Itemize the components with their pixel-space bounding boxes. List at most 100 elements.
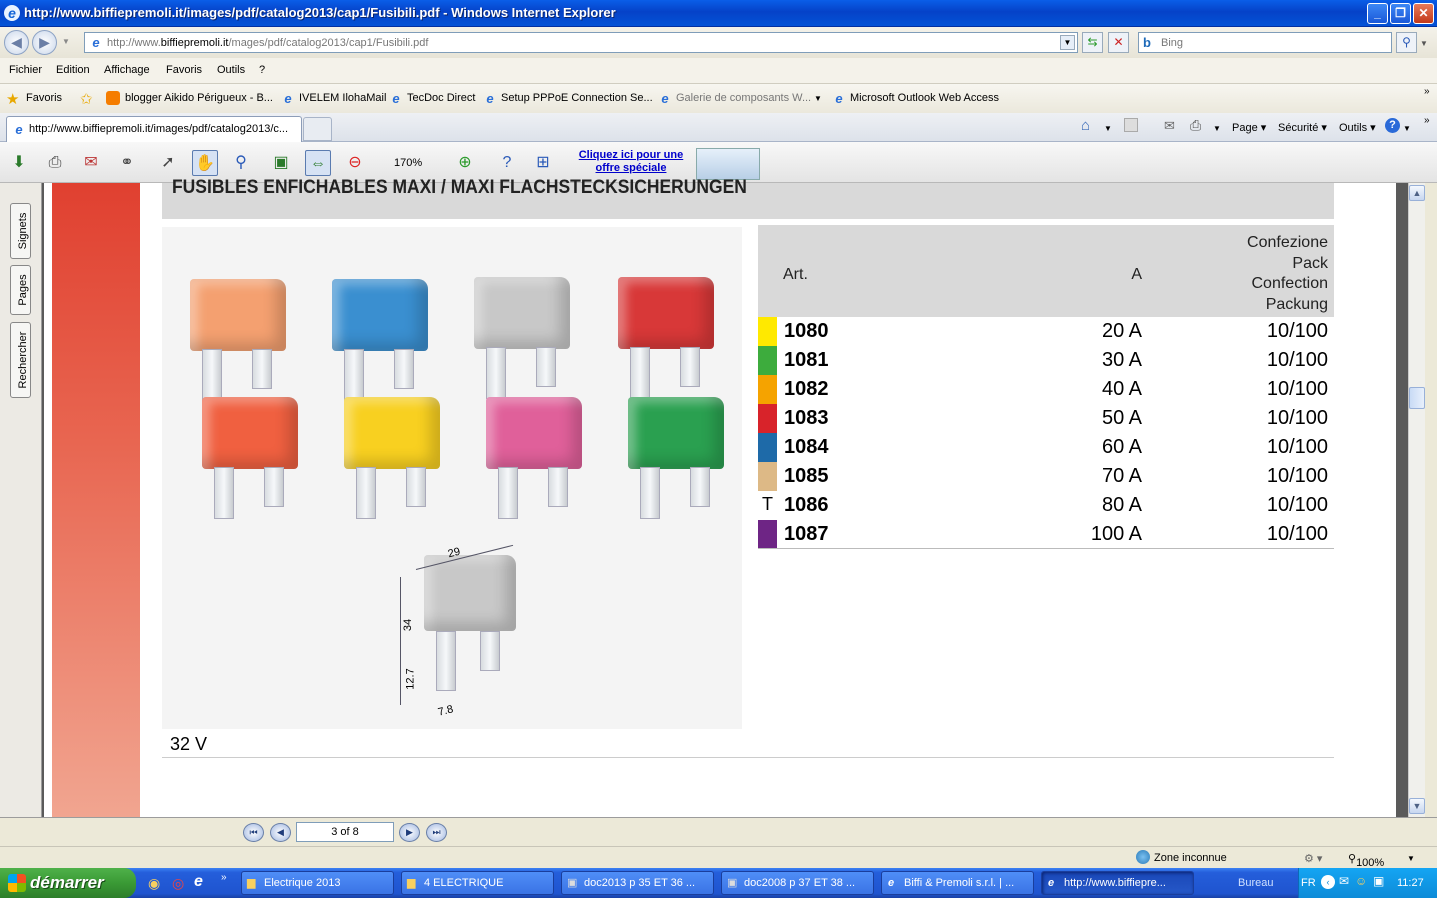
page-number-input[interactable]: 3 of 8 [296,822,394,842]
rss-icon[interactable] [1124,118,1138,132]
quicklaunch-chrome-icon[interactable]: ◎ [172,875,184,892]
tray-expand-icon[interactable]: ‹ [1321,875,1335,889]
home-icon[interactable]: ⌂ [1081,117,1090,134]
search-input[interactable]: b Bing [1138,32,1392,53]
select-arrow-icon[interactable]: ➚ [155,150,181,176]
favorites-button[interactable]: Favoris [26,92,62,104]
fav-galerie-dropdown-icon[interactable]: ▼ [814,94,822,103]
security-zone: Zone inconnue [1154,852,1227,864]
forward-button[interactable]: ▶ [32,30,57,55]
url-dropdown-icon[interactable]: ▼ [1060,35,1075,50]
hand-tool-icon[interactable]: ✋ [192,150,218,176]
minimize-button[interactable]: _ [1367,3,1388,24]
tray-mail-icon[interactable]: ✉ [1339,874,1349,888]
task-electrique-2013[interactable]: ▆ Electrique 2013 [241,871,394,895]
task-doc2008[interactable]: ▣ doc2008 p 37 ET 38 ... [721,871,874,895]
next-page-icon[interactable]: ▶ [399,823,420,842]
menu-fichier[interactable]: Fichier [9,64,42,76]
task-biffi-premoli[interactable]: e Biffi & Premoli s.r.l. | ... [881,871,1034,895]
email-icon[interactable]: ✉ [78,150,104,176]
search-icon[interactable]: ⚲ [1396,32,1417,53]
folder-icon: ▆ [407,877,416,889]
tray-network-icon[interactable]: ▣ [1373,874,1384,888]
prev-page-icon[interactable]: ◀ [270,823,291,842]
vertical-scrollbar[interactable]: ▲ ▼ [1408,183,1425,817]
fav-ivelem[interactable]: IVELEM IlohaMail [299,92,386,104]
close-button[interactable]: ✕ [1413,3,1434,24]
security-menu[interactable]: Sécurité ▾ [1278,121,1327,134]
mail-icon[interactable]: ✉ [1164,118,1175,134]
page-menu[interactable]: Page ▾ [1232,121,1266,134]
status-zoom[interactable]: ⚲ 100% [1348,852,1384,869]
document-area[interactable]: FUSIBLES ENFICHABLES MAXI / MAXI FLACHST… [42,177,1408,817]
menu-help[interactable]: ? [259,64,265,76]
pdf-help-icon[interactable]: ? [494,150,520,176]
language-indicator[interactable]: FR [1301,877,1316,889]
scroll-up-icon[interactable]: ▲ [1409,185,1425,201]
tray-messenger-icon[interactable]: ☺ [1355,874,1367,888]
zoom-tool-icon[interactable]: ⚲ [228,150,254,176]
fit-page-icon[interactable]: ▣ [268,150,294,176]
quicklaunch-chevron-icon[interactable]: » [221,872,227,883]
refresh-button[interactable]: ⇆ [1082,32,1103,53]
tab-pages[interactable]: Pages [10,265,31,315]
search-options-icon[interactable]: ▼ [1420,39,1428,48]
menu-affichage[interactable]: Affichage [104,64,150,76]
quicklaunch-thunderbird-icon[interactable]: ◉ [148,875,160,892]
back-button[interactable]: ◀ [4,30,29,55]
clock: 11:27 [1397,877,1424,889]
promo-image[interactable] [696,148,760,180]
url-input[interactable]: e http://www.biffiepremoli.it/mages/pdf/… [84,32,1078,53]
chevron-right-icon[interactable]: » [1424,86,1430,97]
history-dropdown-icon[interactable]: ▼ [62,37,70,46]
promo-link[interactable]: Cliquez ici pour une offre spéciale [574,149,688,179]
home-dropdown-icon[interactable]: ▼ [1104,124,1112,133]
menu-outils[interactable]: Outils [217,64,245,76]
tab-row: e http://www.biffiepremoli.it/images/pdf… [0,113,1437,142]
fav-pppoe[interactable]: Setup PPPoE Connection Se... [501,92,653,104]
protected-mode-icon[interactable]: ⚙ ▾ [1304,852,1322,865]
fit-width-icon[interactable]: ⇔ [305,150,331,176]
print-pdf-icon[interactable]: ⎙ [42,150,68,176]
scroll-down-icon[interactable]: ▼ [1409,798,1425,814]
cell-art: 1084 [784,436,829,458]
fuse-leg [680,347,700,387]
cmd-chevron-icon[interactable]: » [1424,115,1430,126]
task-ie-active[interactable]: e http://www.biffiepre... [1041,871,1194,895]
dim-height-label: 34 [402,618,415,632]
menu-favoris[interactable]: Favoris [166,64,202,76]
print-dropdown-icon[interactable]: ▼ [1213,124,1221,133]
tab-rechercher[interactable]: Rechercher [10,322,31,398]
zoom-level[interactable]: 170% [394,157,422,169]
print-icon[interactable]: ⎙ [1190,117,1201,134]
fav-blogger[interactable]: blogger Aikido Périgueux - B... [125,92,273,104]
help-icon[interactable]: ? [1385,118,1400,133]
zoom-out-icon[interactable]: ⊖ [342,150,368,176]
tab-current[interactable]: e http://www.biffiepremoli.it/images/pdf… [6,116,302,142]
last-page-icon[interactable]: ⏭ [426,823,447,842]
fav-outlook[interactable]: Microsoft Outlook Web Access [850,92,999,104]
task-doc2013[interactable]: ▣ doc2013 p 35 ET 36 ... [561,871,714,895]
acrobat-icon[interactable]: ⊞ [530,150,556,176]
start-button[interactable]: démarrer [0,868,136,898]
maximize-button[interactable]: ❐ [1390,3,1411,24]
new-tab-button[interactable] [303,117,332,141]
first-page-icon[interactable]: ⏮ [243,823,264,842]
scroll-thumb[interactable] [1409,387,1425,409]
quicklaunch-ie-icon[interactable]: e [194,873,203,891]
cell-pack: 10/100 [1266,407,1328,429]
menu-edition[interactable]: Edition [56,64,90,76]
tools-menu[interactable]: Outils ▾ [1339,121,1376,134]
add-favorite-icon[interactable]: ✩ [80,90,93,108]
status-zoom-dropdown-icon[interactable]: ▼ [1407,854,1415,863]
save-icon[interactable]: ⬇ [6,150,32,176]
dimension-fuse [424,555,522,691]
zoom-in-icon[interactable]: ⊕ [452,150,478,176]
find-binoculars-icon[interactable]: ⚭ [114,150,140,176]
fav-galerie[interactable]: Galerie de composants W... [676,92,811,104]
stop-button[interactable]: ✕ [1108,32,1129,53]
fav-tecdoc[interactable]: TecDoc Direct [407,92,475,104]
desktop-toolbar-label[interactable]: Bureau [1238,877,1273,889]
help-dropdown-icon[interactable]: ▼ [1403,124,1411,133]
task-4-electrique[interactable]: ▆ 4 ELECTRIQUE [401,871,554,895]
